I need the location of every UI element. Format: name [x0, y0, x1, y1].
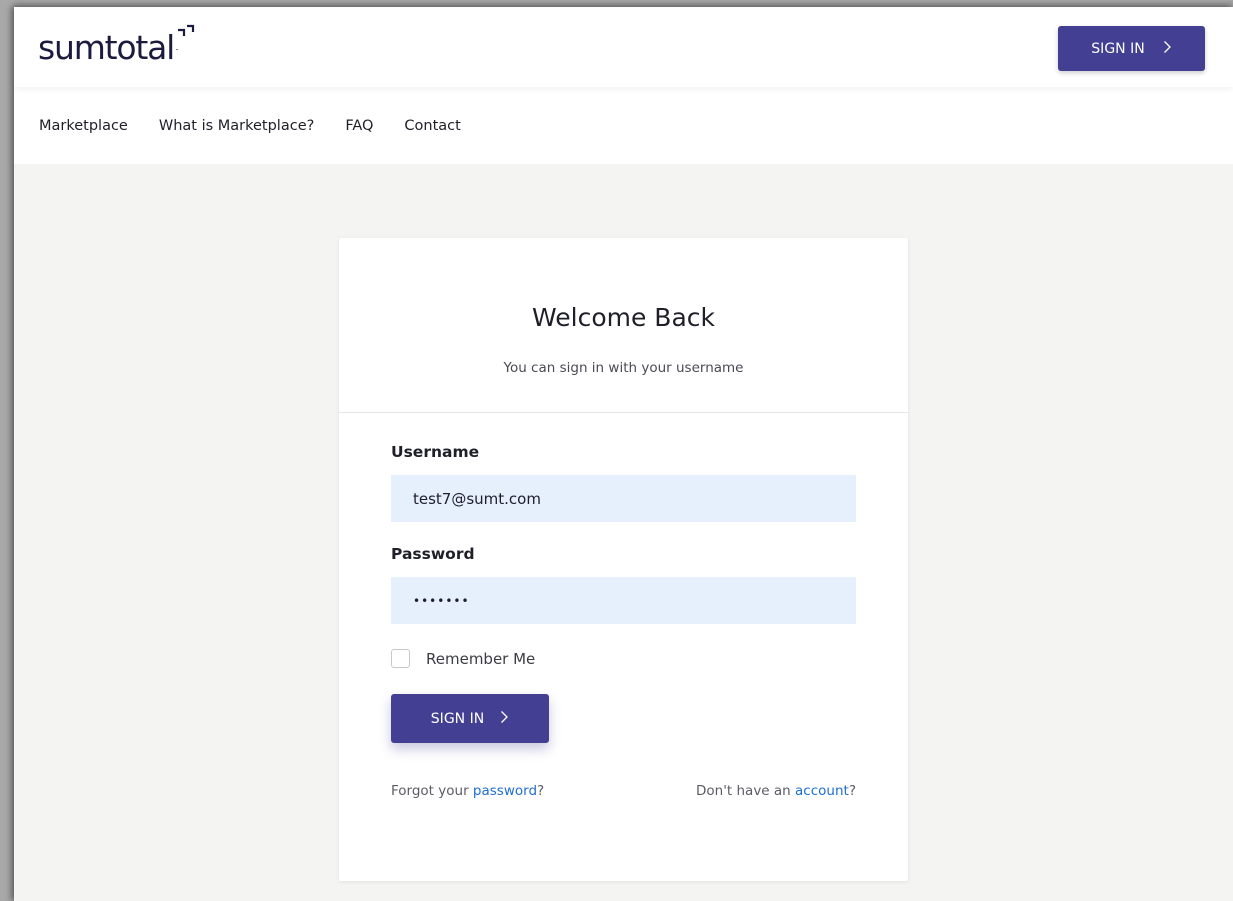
nav-contact[interactable]: Contact — [404, 118, 460, 134]
sign-in-label: SIGN IN — [430, 710, 485, 727]
username-label: Username — [391, 443, 480, 461]
remember-me-row: Remember Me — [391, 649, 856, 668]
help-links: Forgot your password? Don't have an acco… — [391, 783, 856, 799]
login-title: Welcome Back — [532, 303, 715, 332]
main-nav: Marketplace What is Marketplace? FAQ Con… — [14, 87, 1233, 164]
login-card: Welcome Back You can sign in with your u… — [339, 238, 908, 881]
nav-faq[interactable]: FAQ — [345, 118, 373, 134]
login-form: Username Password Remember Me SIGN IN Fo… — [391, 443, 856, 799]
logo-text: sumtotal — [38, 28, 175, 67]
chevron-right-icon — [500, 710, 509, 727]
forgot-suffix: ? — [537, 783, 545, 799]
create-account-link[interactable]: account — [795, 783, 849, 799]
nav-marketplace[interactable]: Marketplace — [39, 118, 128, 134]
login-subtitle: You can sign in with your username — [503, 360, 744, 376]
forgot-prefix: Forgot your — [391, 783, 473, 799]
account-prefix: Don't have an — [695, 783, 796, 799]
browser-window: sumtotal SIGN IN Marketplace What is Mar… — [14, 7, 1233, 901]
header-sign-in-button[interactable]: SIGN IN — [1058, 26, 1205, 71]
sign-in-button[interactable]: SIGN IN — [391, 694, 549, 743]
chevron-right-icon — [1163, 40, 1172, 57]
username-input[interactable] — [391, 475, 856, 522]
password-input[interactable] — [391, 577, 856, 624]
remember-me-checkbox[interactable] — [391, 649, 410, 668]
password-label: Password — [391, 545, 475, 563]
create-account-text: Don't have an account? — [696, 783, 856, 799]
logo-mark-icon — [175, 24, 199, 54]
account-suffix: ? — [848, 783, 856, 799]
login-card-header: Welcome Back You can sign in with your u… — [339, 238, 908, 413]
header-sign-in-label: SIGN IN — [1091, 40, 1145, 57]
site-header: sumtotal SIGN IN — [14, 7, 1233, 87]
forgot-password-link[interactable]: password — [473, 783, 537, 799]
remember-me-label[interactable]: Remember Me — [426, 650, 535, 668]
sumtotal-logo[interactable]: sumtotal — [38, 24, 199, 67]
forgot-password-text: Forgot your password? — [391, 783, 544, 799]
nav-what-is-marketplace[interactable]: What is Marketplace? — [159, 118, 314, 134]
